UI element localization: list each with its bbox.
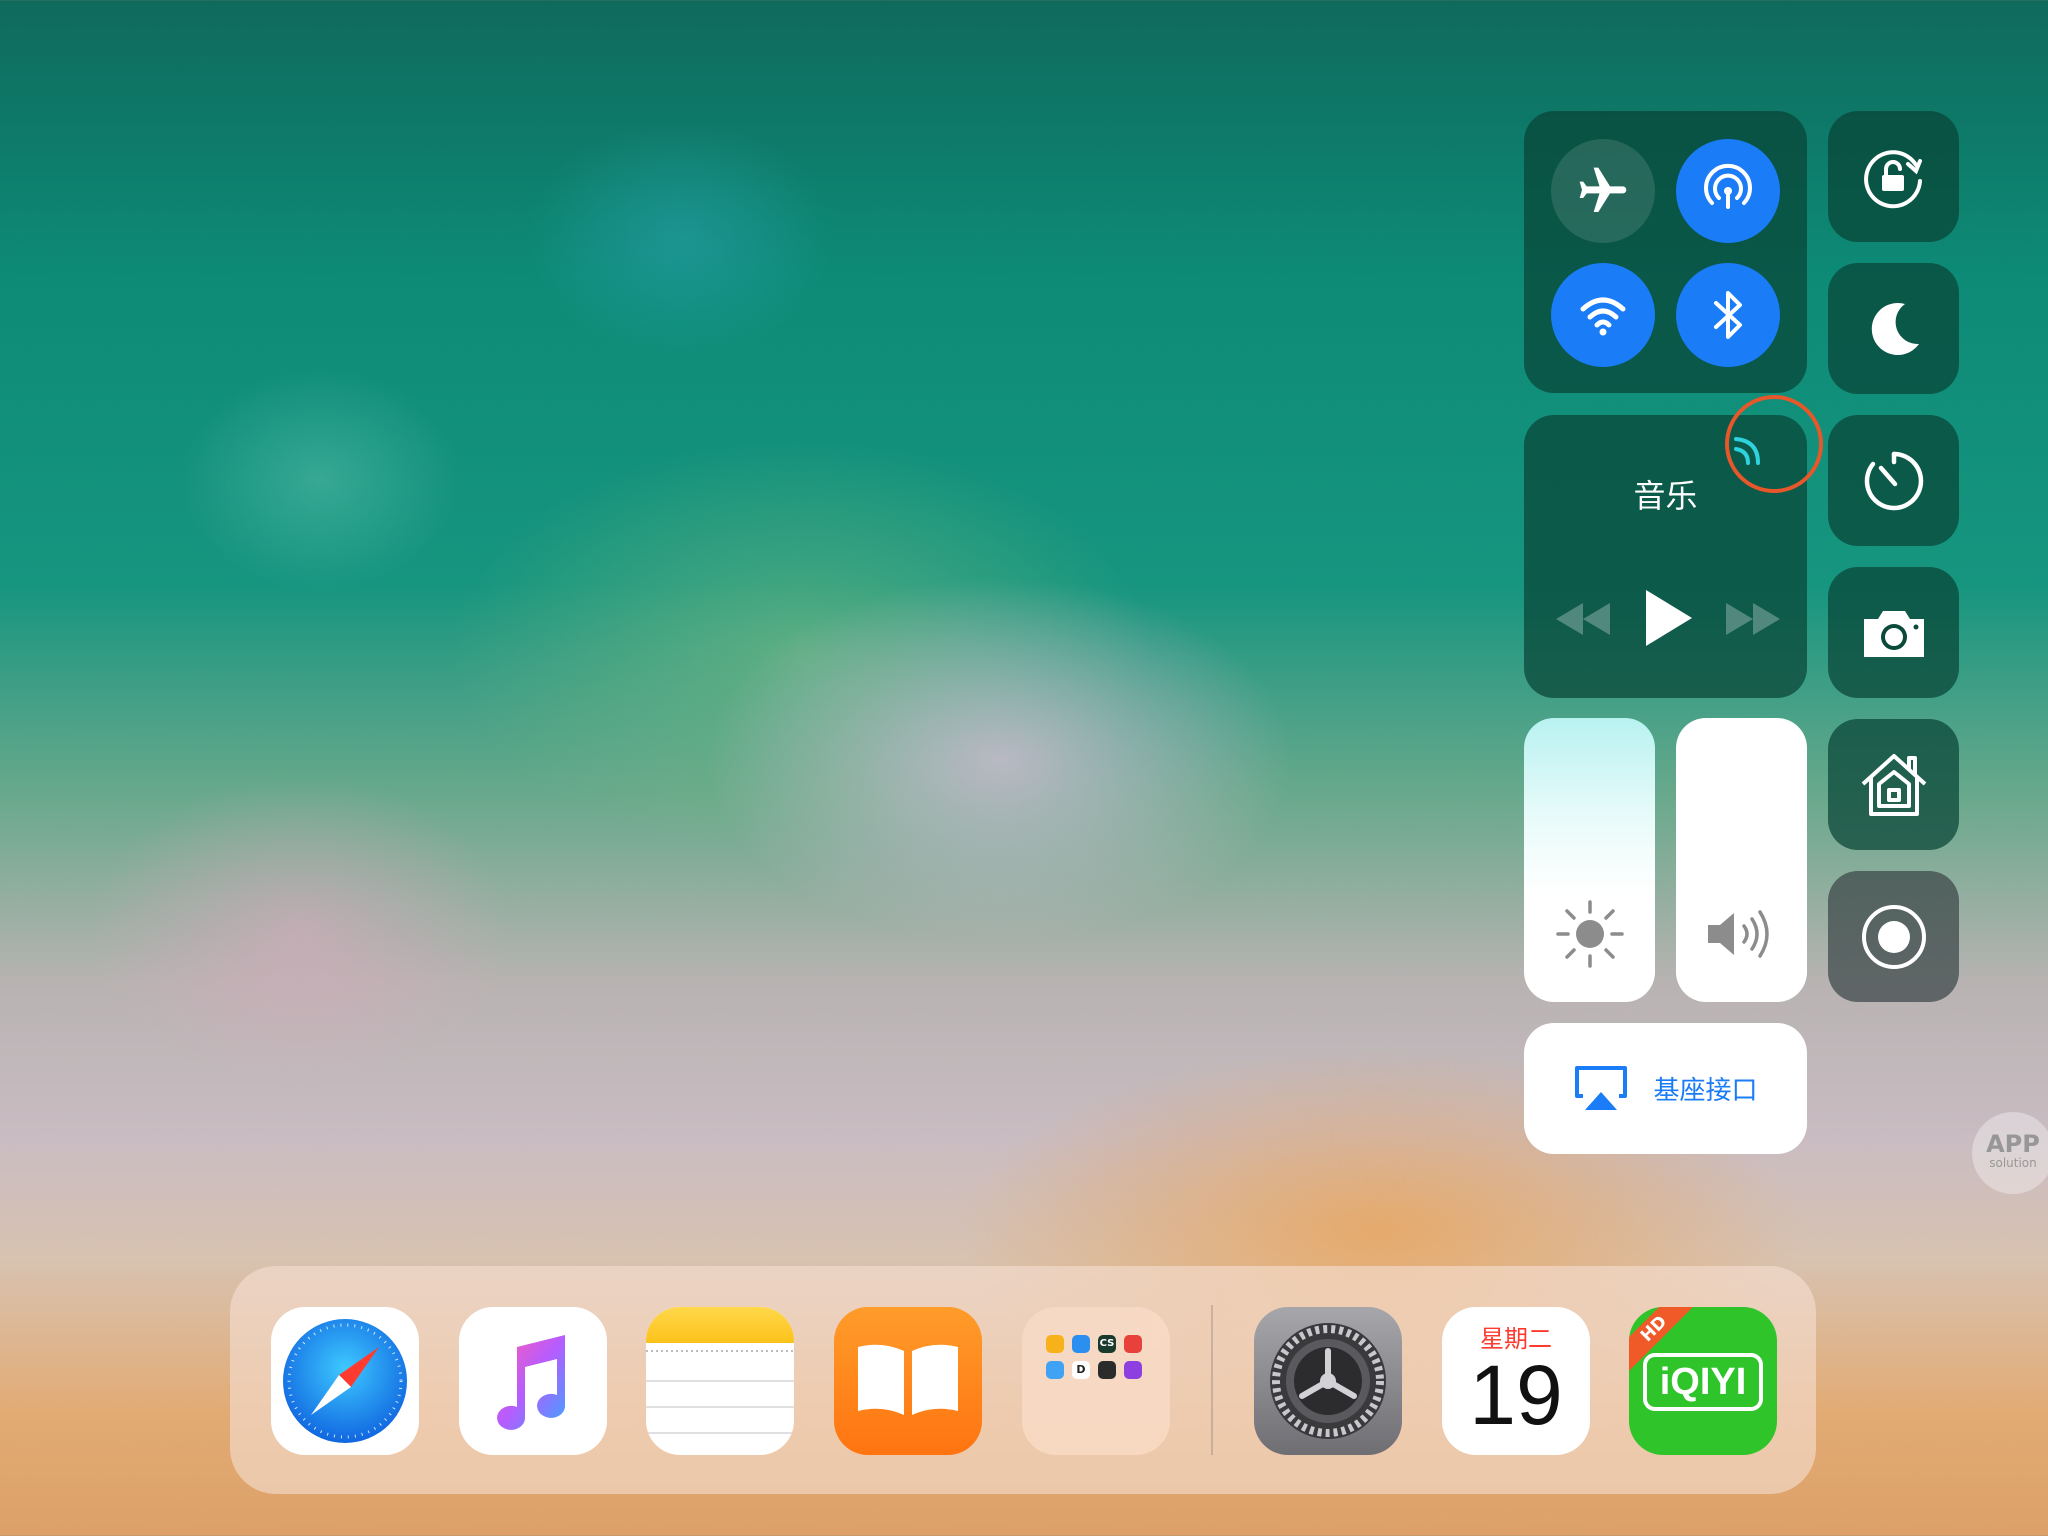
screen-record-button[interactable] (1828, 871, 1959, 1002)
folder-mini-red-icon (1124, 1335, 1142, 1353)
calendar-app-icon[interactable]: 星期二 19 (1442, 1307, 1590, 1455)
safari-app-icon[interactable] (271, 1307, 419, 1455)
folder-mini-butterfly-icon (1098, 1361, 1116, 1379)
notes-app-icon[interactable] (646, 1307, 794, 1455)
play-button[interactable] (1640, 587, 1696, 649)
watermark-line1: APP (1986, 1130, 2040, 1158)
home-icon (1861, 753, 1926, 816)
rewind-button[interactable] (1554, 599, 1612, 639)
iqiyi-logo: iQIYI (1643, 1353, 1763, 1411)
sun-icon (1556, 900, 1624, 968)
app-folder-icon[interactable]: CS D (1022, 1307, 1170, 1455)
airplane-icon (1579, 167, 1627, 212)
fast-forward-button[interactable] (1724, 599, 1782, 639)
hd-badge-label: HD (1636, 1311, 1672, 1347)
dock-divider (1211, 1305, 1213, 1455)
moon-icon (1871, 302, 1919, 355)
compass-icon (283, 1319, 407, 1443)
watermark: APP solution (1972, 1112, 2048, 1194)
screen-mirroring-icon (1575, 1065, 1628, 1110)
fast-forward-icon (1726, 603, 1780, 635)
camera-icon (1863, 610, 1924, 657)
folder-mini-star-icon (1124, 1361, 1142, 1379)
iqiyi-app-icon[interactable]: HD iQIYI (1629, 1307, 1777, 1455)
timer-icon (1864, 451, 1923, 510)
home-button[interactable] (1828, 719, 1959, 850)
gear-icon (1270, 1323, 1386, 1439)
folder-mini-pencil-icon (1046, 1335, 1064, 1353)
do-not-disturb-toggle[interactable] (1828, 263, 1959, 394)
orientation-lock-icon (1863, 149, 1922, 208)
brightness-slider[interactable] (1524, 718, 1655, 1002)
screen-record-icon (1861, 904, 1926, 969)
volume-slider[interactable] (1676, 718, 1807, 1002)
screen-mirroring-button[interactable]: 基座接口 (1524, 1023, 1807, 1154)
watermark-line2: solution (1989, 1156, 2037, 1170)
screen-mirroring-label: 基座接口 (1653, 1076, 1758, 1106)
bluetooth-toggle[interactable] (1676, 263, 1780, 367)
airdrop-icon (1704, 163, 1752, 209)
timer-toggle[interactable] (1828, 415, 1959, 546)
settings-app-icon[interactable] (1254, 1307, 1402, 1455)
calendar-day: 19 (1469, 1348, 1563, 1442)
music-app-icon[interactable] (459, 1307, 607, 1455)
folder-mini-keynote-icon (1072, 1335, 1090, 1353)
connectivity-tile (1524, 111, 1807, 393)
highlight-ring (1725, 395, 1823, 493)
notes-lines-icon (646, 1350, 794, 1434)
airdrop-toggle[interactable] (1676, 139, 1780, 243)
wifi-icon (1580, 297, 1626, 336)
folder-mini-cs-icon: CS (1098, 1335, 1116, 1353)
folder-grid: CS D (1044, 1329, 1150, 1389)
wifi-toggle[interactable] (1551, 263, 1655, 367)
books-app-icon[interactable] (834, 1307, 982, 1455)
folder-mini-files-icon (1046, 1361, 1064, 1379)
bluetooth-icon (1714, 291, 1742, 339)
camera-button[interactable] (1828, 567, 1959, 698)
open-book-icon (858, 1344, 958, 1415)
folder-mini-d-icon: D (1072, 1361, 1090, 1379)
music-note-icon (497, 1335, 565, 1430)
speaker-icon (1708, 910, 1769, 958)
iqiyi-logo-text: iQIYI (1659, 1361, 1747, 1403)
airplane-mode-toggle[interactable] (1551, 139, 1655, 243)
play-icon (1646, 590, 1692, 646)
orientation-lock-toggle[interactable] (1828, 111, 1959, 242)
rewind-icon (1556, 603, 1610, 635)
